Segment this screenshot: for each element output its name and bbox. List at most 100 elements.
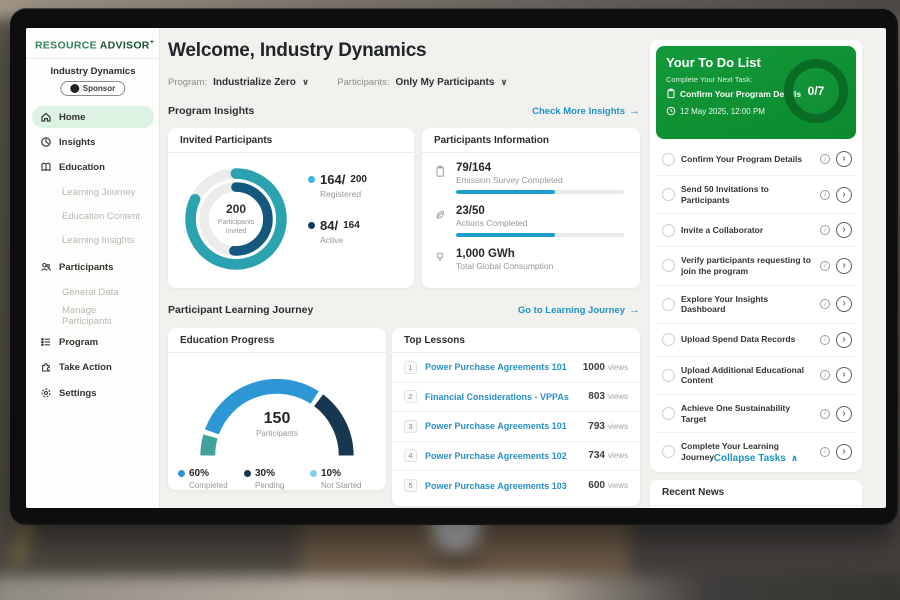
task-row: Upload Additional Educational Content i … (656, 357, 856, 395)
task-open-button[interactable]: › (836, 151, 852, 167)
sidebar-item-home[interactable]: Home (32, 106, 154, 128)
take-action-icon (40, 361, 52, 373)
sidebar-item-education[interactable]: Education (32, 156, 154, 178)
page-title: Welcome, Industry Dynamics (168, 40, 426, 62)
todo-subtitle: Complete Your Next Task: (666, 75, 752, 84)
lesson-link[interactable]: Power Purchase Agreements 101 (425, 362, 583, 372)
not-started-dot-icon (310, 470, 317, 477)
dashboard-screen: RESOURCE ADVISOR+ Industry Dynamics Spon… (26, 28, 886, 508)
clipboard-icon (434, 165, 446, 178)
task-row: Invite a Collaborator i › (656, 214, 856, 247)
divider (26, 58, 160, 59)
task-row: Upload Spend Data Records i › (656, 324, 856, 357)
task-checkbox[interactable] (662, 224, 675, 237)
learning-journey-section-header: Participant Learning Journey Go to Learn… (168, 304, 640, 316)
sidebar-item-insights[interactable]: Insights (32, 131, 154, 153)
donut-center-value: 200 (226, 202, 246, 216)
active-dot-icon (308, 222, 315, 229)
task-checkbox[interactable] (662, 407, 675, 420)
sidebar: RESOURCE ADVISOR+ Industry Dynamics Spon… (26, 28, 160, 508)
chevron-down-icon[interactable]: ∨ (302, 77, 309, 88)
card-title: Participants Information (422, 128, 640, 153)
task-open-button[interactable]: › (836, 296, 852, 312)
top-lessons-card: Top Lessons 1 Power Purchase Agreements … (392, 328, 640, 506)
chevron-down-icon[interactable]: ∨ (500, 77, 507, 88)
sidebar-item-manage-participants[interactable]: Manage Participants (32, 305, 154, 327)
sidebar-item-take-action[interactable]: Take Action (32, 356, 154, 378)
todo-title: Your To Do List (666, 55, 761, 70)
task-checkbox[interactable] (662, 259, 675, 272)
todo-datetime: 12 May 2025, 12:00 PM (666, 106, 765, 116)
completed-dot-icon (178, 470, 185, 477)
task-checkbox[interactable] (662, 298, 675, 311)
task-checkbox[interactable] (662, 153, 675, 166)
sidebar-item-program[interactable]: Program (32, 331, 154, 353)
task-row: Send 50 Invitations to Participants i › (656, 176, 856, 214)
resource-advisor-logo: RESOURCE ADVISOR+ (35, 37, 154, 52)
info-icon[interactable]: i (820, 154, 830, 164)
education-progress-gauge-chart: 150 Participants (188, 364, 366, 464)
sponsor-badge[interactable]: Sponsor (60, 81, 125, 96)
check-more-insights-link[interactable]: Check More Insights → (532, 105, 640, 117)
task-checkbox[interactable] (662, 333, 675, 346)
info-icon[interactable]: i (820, 335, 830, 345)
card-title: Education Progress (168, 328, 386, 353)
task-open-button[interactable]: › (836, 332, 852, 348)
sidebar-item-learning-insights[interactable]: Learning Insights (32, 229, 154, 251)
task-checkbox[interactable] (662, 188, 675, 201)
arrow-right-icon: → (629, 105, 640, 117)
participants-icon (40, 261, 52, 273)
sidebar-item-education-content[interactable]: Education Content (32, 205, 154, 227)
lightbulb-icon (434, 251, 446, 264)
task-open-button[interactable]: › (836, 367, 852, 383)
task-open-button[interactable]: › (836, 222, 852, 238)
go-to-learning-journey-link[interactable]: Go to Learning Journey → (518, 304, 640, 316)
participants-information-card: Participants Information 79/164 Emission… (422, 128, 640, 288)
actions-completed-progressbar (456, 233, 624, 237)
home-icon (40, 111, 52, 123)
sidebar-item-settings[interactable]: Settings (32, 382, 154, 404)
gauge-center-value: 150 (188, 410, 366, 428)
collapse-tasks-link[interactable]: Collapse Tasks∧ (650, 453, 862, 464)
rank-badge: 3 (404, 420, 417, 433)
filter-bar: Program: Industrialize Zero ∨ Participan… (168, 77, 508, 88)
actions-completed-stat: 23/50 Actions Completed (434, 205, 628, 237)
caret-up-icon: ∧ (791, 453, 798, 463)
rank-badge: 1 (404, 361, 417, 374)
info-icon[interactable]: i (820, 299, 830, 309)
program-filter[interactable]: Program: Industrialize Zero ∨ (168, 77, 309, 88)
task-checkbox[interactable] (662, 369, 675, 382)
info-icon[interactable]: i (820, 409, 830, 419)
info-icon[interactable]: i (820, 370, 830, 380)
emission-survey-stat: 79/164 Emission Survey Completed (434, 162, 628, 194)
donut-center-caption: Participants Invited (207, 218, 265, 236)
registered-dot-icon (308, 176, 315, 183)
task-open-button[interactable]: › (836, 187, 852, 203)
lesson-link[interactable]: Financial Considerations - VPPAs (425, 392, 588, 402)
sidebar-item-participants[interactable]: Participants (32, 256, 154, 278)
task-row: Confirm Your Program Details i › (656, 143, 856, 176)
task-row: Verify participants requesting to join t… (656, 247, 856, 285)
lesson-row: 3 Power Purchase Agreements 101 793 view… (392, 412, 640, 442)
info-icon[interactable]: i (820, 261, 830, 271)
task-row: Achieve One Sustainability Target i › (656, 395, 856, 433)
task-open-button[interactable]: › (836, 406, 852, 422)
lesson-row: 1 Power Purchase Agreements 101 1000 vie… (392, 353, 640, 383)
lesson-link[interactable]: Power Purchase Agreements 101 (425, 421, 588, 431)
gauge-legend: 60% Completed 30% Pending 10% Not Starte… (178, 468, 376, 490)
sidebar-item-general-data[interactable]: General Data (32, 281, 154, 303)
lesson-link[interactable]: Power Purchase Agreements 103 (425, 481, 588, 491)
leaf-icon (434, 209, 446, 221)
task-open-button[interactable]: › (836, 258, 852, 274)
card-title: Recent News (650, 480, 862, 506)
info-icon[interactable]: i (820, 225, 830, 235)
task-row: Complete Your Learning Journey i › (656, 433, 856, 470)
lesson-link[interactable]: Power Purchase Agreements 102 (425, 451, 588, 461)
emission-survey-progressbar (456, 190, 624, 194)
participants-filter[interactable]: Participants: Only My Participants ∨ (337, 77, 508, 88)
gauge-center-caption: Participants (188, 429, 366, 438)
program-icon (40, 336, 52, 348)
lesson-row: 4 Power Purchase Agreements 102 734 view… (392, 442, 640, 472)
info-icon[interactable]: i (820, 190, 830, 200)
sidebar-item-learning-journey[interactable]: Learning Journey (32, 181, 154, 203)
